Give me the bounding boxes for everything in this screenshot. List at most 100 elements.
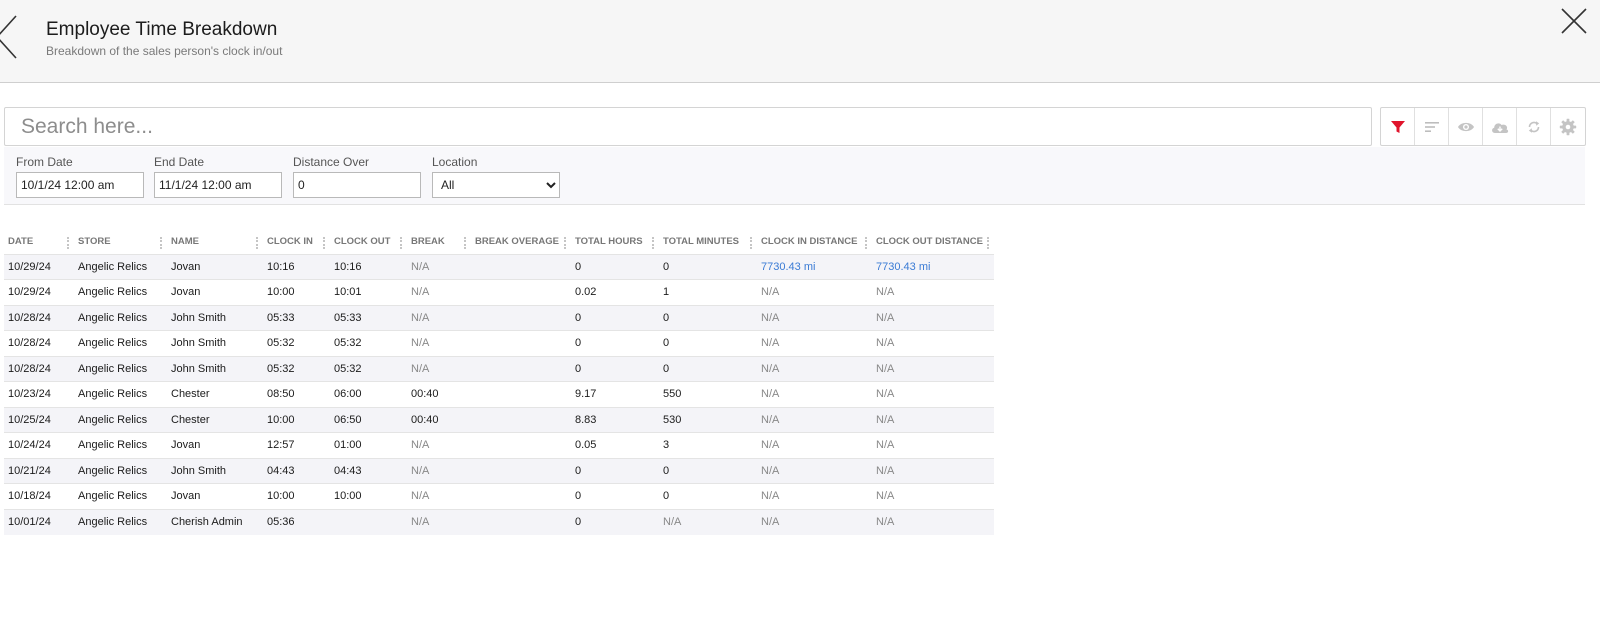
table-cell [471, 330, 571, 356]
column-resize-handle[interactable] [865, 237, 868, 249]
table-cell: Angelic Relics [74, 483, 167, 509]
table-cell: N/A [872, 279, 994, 305]
time-breakdown-table: DATE STORE NAME CLOCK IN CLOCK OUT BREAK BREAK… [4, 230, 994, 535]
table-cell: 0 [571, 253, 659, 280]
table-body: 10/29/24 Angelic Relics Jovan 10:16 10:16 N/A… [4, 253, 994, 535]
table-row[interactable]: 10/21/24 Angelic Relics John Smith 04:43 04:… [4, 457, 994, 484]
table-cell: N/A [407, 355, 471, 382]
table-cell [471, 381, 571, 407]
table-cell: 10:00 [330, 483, 407, 509]
table-cell [471, 279, 571, 305]
column-resize-handle[interactable] [400, 237, 403, 249]
column-header-label: CLOCK OUT [334, 236, 391, 248]
column-header-clock-in-distance[interactable]: CLOCK IN DISTANCE [757, 230, 872, 254]
table-cell: N/A [757, 304, 872, 331]
table-cell: 00:40 [407, 406, 471, 433]
table-row[interactable]: 10/24/24 Angelic Relics Jovan 12:57 01:00 N/A… [4, 432, 994, 458]
column-resize-handle[interactable] [464, 237, 467, 249]
table-cell: N/A [757, 406, 872, 433]
table-cell: 9.17 [571, 381, 659, 407]
table-cell: N/A [407, 457, 471, 484]
column-resize-handle[interactable] [256, 237, 259, 249]
search-input[interactable] [4, 107, 1372, 146]
column-resize-handle[interactable] [564, 237, 567, 249]
column-header-store[interactable]: STORE [74, 230, 167, 254]
table-cell: 12:57 [263, 432, 330, 458]
table-cell: John Smith [167, 304, 263, 331]
column-resize-handle[interactable] [160, 237, 163, 249]
table-cell: John Smith [167, 457, 263, 484]
from-date-filter: From Date [16, 155, 144, 198]
table-row[interactable]: 10/29/24 Angelic Relics Jovan 10:00 10:01 N/A… [4, 279, 994, 305]
column-header-date[interactable]: DATE [4, 230, 74, 254]
toolbar [1380, 107, 1586, 146]
location-select[interactable]: All [432, 172, 560, 198]
column-header-clock-in[interactable]: CLOCK IN [263, 230, 330, 254]
table-cell: 530 [659, 406, 757, 433]
column-header-clock-out-distance[interactable]: CLOCK OUT DISTANCE [872, 230, 994, 254]
refresh-button[interactable] [1517, 108, 1551, 145]
table-cell: 05:32 [263, 330, 330, 356]
table-row[interactable]: 10/28/24 Angelic Relics John Smith 05:33 05:… [4, 304, 994, 331]
column-resize-handle[interactable] [652, 237, 655, 249]
sort-button[interactable] [1415, 108, 1449, 145]
table-cell: 0 [571, 304, 659, 331]
distance-over-field[interactable] [293, 172, 421, 198]
column-header-clock-out[interactable]: CLOCK OUT [330, 230, 407, 254]
end-date-label: End Date [154, 155, 205, 169]
table-cell: N/A [872, 457, 994, 484]
table-cell: 10/29/24 [4, 253, 74, 280]
column-header-label: DATE [8, 236, 34, 248]
column-resize-handle[interactable] [750, 237, 753, 249]
table-cell: John Smith [167, 330, 263, 356]
table-cell: N/A [872, 406, 994, 433]
table-row[interactable]: 10/25/24 Angelic Relics Chester 10:00 06:50 0… [4, 406, 994, 433]
table-cell: Angelic Relics [74, 279, 167, 305]
table-cell: 7730.43 mi [757, 253, 872, 280]
column-resize-handle[interactable] [323, 237, 326, 249]
table-cell: Angelic Relics [74, 304, 167, 331]
table-row[interactable]: 10/28/24 Angelic Relics John Smith 05:32 05:… [4, 330, 994, 356]
column-header-label: TOTAL MINUTES [663, 236, 739, 248]
table-cell [471, 304, 571, 331]
filter-button[interactable] [1381, 108, 1415, 145]
table-cell: 06:50 [330, 406, 407, 433]
close-button[interactable] [1559, 6, 1589, 36]
table-cell: N/A [872, 304, 994, 331]
column-header-break-overage[interactable]: BREAK OVERAGE [471, 230, 571, 254]
column-resize-handle[interactable] [67, 237, 70, 249]
download-button[interactable] [1483, 108, 1517, 145]
table-row[interactable]: 10/01/24 Angelic Relics Cherish Admin 05:36… [4, 508, 994, 535]
settings-button[interactable] [1551, 108, 1585, 145]
column-resize-handle[interactable] [987, 237, 990, 249]
table-cell: 05:36 [263, 508, 330, 535]
table-cell: 10:16 [330, 253, 407, 280]
gear-icon [1559, 118, 1577, 135]
table-cell: 10/28/24 [4, 304, 74, 331]
table-cell: 10:00 [263, 483, 330, 509]
end-date-field[interactable] [154, 172, 282, 198]
table-row[interactable]: 10/28/24 Angelic Relics John Smith 05:32 05:… [4, 355, 994, 382]
column-header-break[interactable]: BREAK [407, 230, 471, 254]
visibility-button[interactable] [1449, 108, 1483, 145]
column-header-total-minutes[interactable]: TOTAL MINUTES [659, 230, 757, 254]
table-cell: 0 [571, 330, 659, 356]
table-cell: 10:01 [330, 279, 407, 305]
table-cell [330, 508, 407, 535]
column-header-total-hours[interactable]: TOTAL HOURS [571, 230, 659, 254]
location-filter: Location All [432, 155, 560, 198]
column-header-label: NAME [171, 236, 199, 248]
table-row[interactable]: 10/29/24 Angelic Relics Jovan 10:16 10:16 N/A… [4, 253, 994, 280]
column-header-name[interactable]: NAME [167, 230, 263, 254]
table-row[interactable]: 10/18/24 Angelic Relics Jovan 10:00 10:00 N/A… [4, 483, 994, 509]
table-cell: 10/28/24 [4, 330, 74, 356]
table-cell: N/A [757, 432, 872, 458]
table-row[interactable]: 10/23/24 Angelic Relics Chester 08:50 06:00 0… [4, 381, 994, 407]
table-cell: 0 [571, 483, 659, 509]
table-cell: 10/28/24 [4, 355, 74, 382]
from-date-label: From Date [16, 155, 73, 169]
from-date-field[interactable] [16, 172, 144, 198]
table-cell: 04:43 [330, 457, 407, 484]
table-cell: 0.02 [571, 279, 659, 305]
back-button[interactable] [0, 14, 20, 60]
